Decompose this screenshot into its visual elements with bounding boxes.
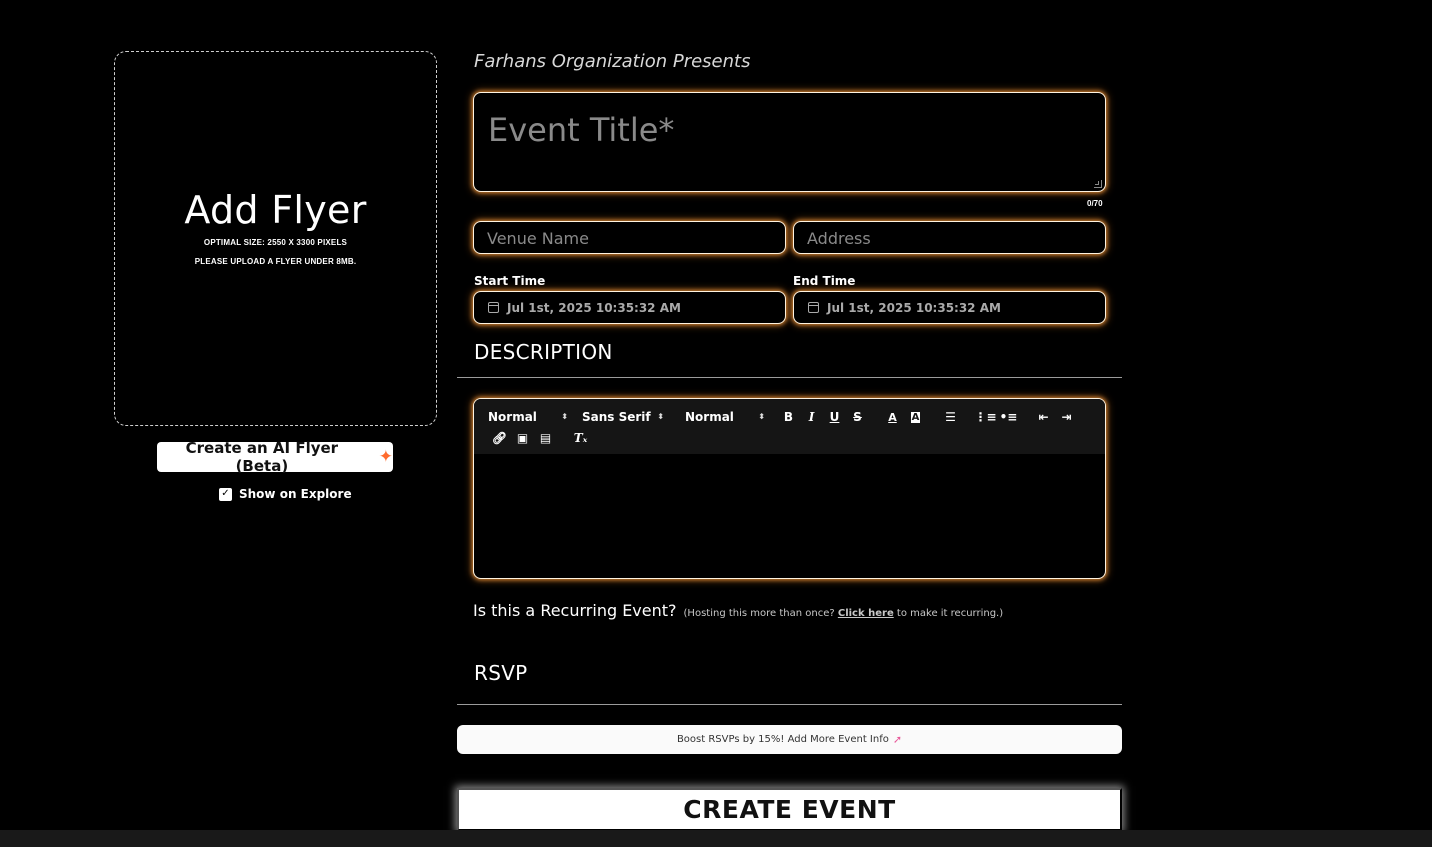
flyer-upload-dropzone[interactable]: Add Flyer OPTIMAL SIZE: 2550 X 3300 PIXE… <box>114 51 437 426</box>
address-placeholder: Address <box>807 229 871 248</box>
video-icon[interactable]: ▤ <box>534 431 557 445</box>
select-arrows-icon: ⬍ <box>758 412 765 421</box>
create-event-button[interactable]: CREATE EVENT <box>457 788 1122 831</box>
rocket-icon: ➚ <box>892 733 903 746</box>
recurring-question: Is this a Recurring Event? <box>473 601 677 620</box>
strike-button[interactable]: S <box>846 410 869 424</box>
start-time-value: Jul 1st, 2025 10:35:32 AM <box>507 300 681 315</box>
background-color-button[interactable]: A <box>904 411 927 423</box>
select-arrows-icon: ⬍ <box>561 412 568 421</box>
venue-name-placeholder: Venue Name <box>487 229 589 248</box>
end-time-value: Jul 1st, 2025 10:35:32 AM <box>827 300 1001 315</box>
show-on-explore-label: Show on Explore <box>239 487 352 501</box>
flyer-upload-hint: PLEASE UPLOAD A FLYER UNDER 8MB. <box>194 256 357 266</box>
recurring-note-suffix: to make it recurring.) <box>896 608 1004 619</box>
show-on-explore-toggle[interactable]: ✓ Show on Explore <box>219 487 352 501</box>
select-arrows-icon: ⬍ <box>657 412 664 421</box>
recurring-note-prefix: (Hosting this more than once? <box>683 608 835 619</box>
bullet-list-icon[interactable]: •≡ <box>997 410 1020 424</box>
resize-handle-icon[interactable] <box>1094 180 1102 188</box>
end-time-label: End Time <box>793 274 856 288</box>
event-title-placeholder: Event Title* <box>488 111 675 149</box>
recurring-event-row: Is this a Recurring Event? (Hosting this… <box>473 601 1003 620</box>
flyer-title: Add Flyer <box>184 187 367 232</box>
organizer-presents-text: Farhans Organization Presents <box>474 51 751 72</box>
description-editor[interactable]: Normal ⬍ Sans Serif ⬍ Normal ⬍ B I U S A… <box>473 398 1106 579</box>
recurring-note: (Hosting this more than once? Click here… <box>684 608 1004 619</box>
create-ai-flyer-button[interactable]: Create an AI Flyer (Beta) ✦ <box>157 439 393 475</box>
description-heading: DESCRIPTION <box>474 340 613 364</box>
bold-button[interactable]: B <box>777 410 800 424</box>
sparkle-icon: ✦ <box>378 446 393 467</box>
align-left-icon[interactable]: ☰ <box>939 410 962 424</box>
font-select[interactable]: Sans Serif ⬍ <box>582 410 664 424</box>
start-time-label: Start Time <box>474 274 546 288</box>
calendar-icon <box>488 302 499 313</box>
text-color-button[interactable]: A <box>881 411 904 424</box>
header-select[interactable]: Normal ⬍ <box>488 410 568 424</box>
show-on-explore-checkbox[interactable]: ✓ <box>219 487 232 501</box>
clear-formatting-icon[interactable]: Tₓ <box>569 431 592 445</box>
italic-button[interactable]: I <box>800 410 823 424</box>
indent-icon[interactable]: ⇥ <box>1055 410 1078 424</box>
event-title-input[interactable]: Event Title* <box>473 92 1106 192</box>
rsvp-divider <box>457 704 1122 705</box>
flyer-size-hint: OPTIMAL SIZE: 2550 X 3300 PIXELS <box>203 237 348 247</box>
underline-button[interactable]: U <box>823 410 846 424</box>
size-select-value: Normal <box>685 410 734 424</box>
end-time-picker[interactable]: Jul 1st, 2025 10:35:32 AM <box>793 291 1106 324</box>
header-select-value: Normal <box>488 410 537 424</box>
ai-flyer-button-label: Create an AI Flyer (Beta) <box>185 439 339 475</box>
venue-name-input[interactable]: Venue Name <box>473 221 786 254</box>
boost-rsvp-banner[interactable]: Boost RSVPs by 15%! Add More Event Info … <box>457 725 1122 754</box>
make-recurring-link[interactable]: Click here <box>838 608 894 619</box>
editor-toolbar: Normal ⬍ Sans Serif ⬍ Normal ⬍ B I U S A… <box>474 399 1105 454</box>
title-character-counter: 0/70 <box>1087 199 1103 208</box>
background-color-glyph: A <box>910 411 921 423</box>
boost-rsvp-text: Boost RSVPs by 15%! Add More Event Info <box>676 734 889 745</box>
bottom-bar <box>0 830 1432 847</box>
ordered-list-icon[interactable]: ⋮≡ <box>974 410 997 424</box>
link-icon[interactable]: 🔗︎ <box>488 431 511 445</box>
image-icon[interactable]: ▣ <box>511 431 534 445</box>
font-select-value: Sans Serif <box>582 410 651 424</box>
rsvp-heading: RSVP <box>474 661 528 685</box>
description-divider <box>457 377 1122 378</box>
calendar-icon <box>808 302 819 313</box>
outdent-icon[interactable]: ⇤ <box>1032 410 1055 424</box>
start-time-picker[interactable]: Jul 1st, 2025 10:35:32 AM <box>473 291 786 324</box>
size-select[interactable]: Normal ⬍ <box>685 410 765 424</box>
address-input[interactable]: Address <box>793 221 1106 254</box>
